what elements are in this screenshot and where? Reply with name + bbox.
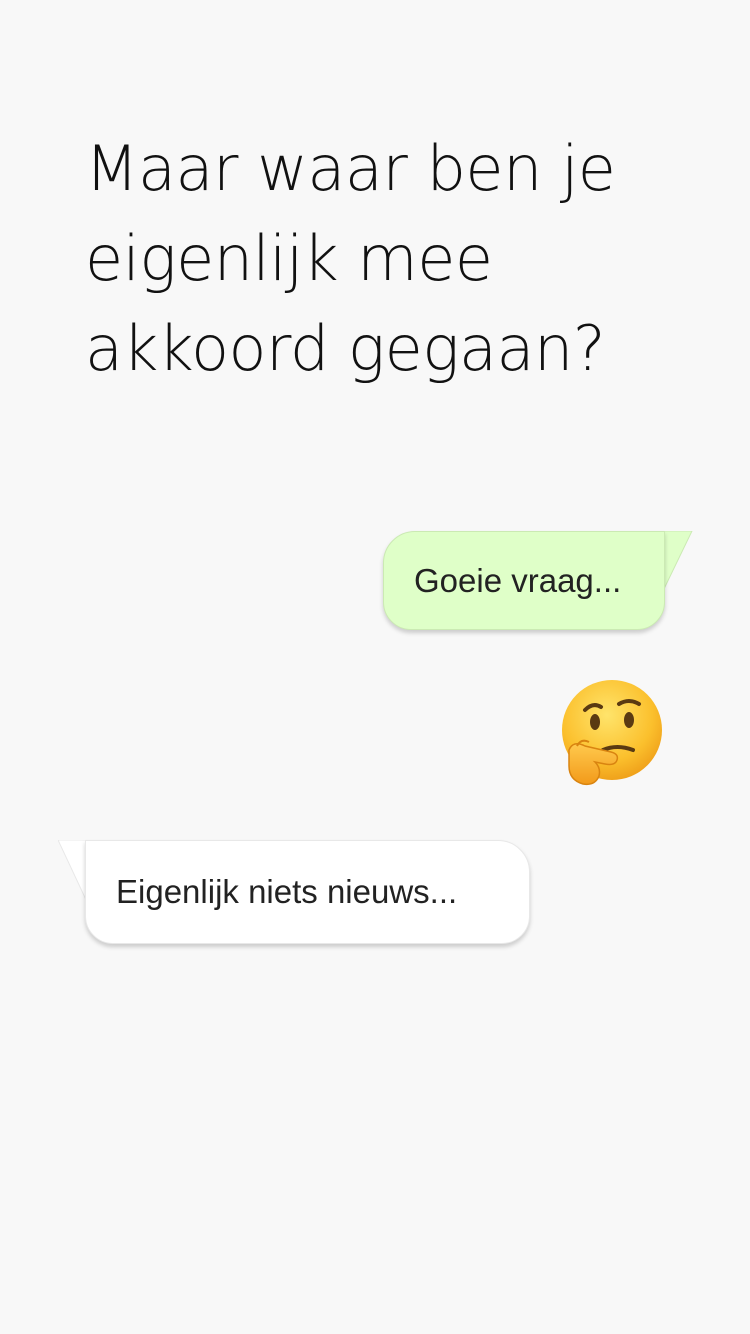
incoming-message-bubble: Eigenlijk niets nieuws... [85,840,530,944]
outgoing-message-bubble: Goeie vraag... [383,531,665,630]
incoming-message-text: Eigenlijk niets nieuws... [116,873,458,910]
thinking-face-icon [562,680,662,786]
incoming-bubble-tail [58,840,88,905]
page-title: Maar waar ben je eigenlijk mee akkoord g… [85,132,616,385]
outgoing-message-text: Goeie vraag... [414,561,622,599]
outgoing-bubble-tail [662,531,693,594]
